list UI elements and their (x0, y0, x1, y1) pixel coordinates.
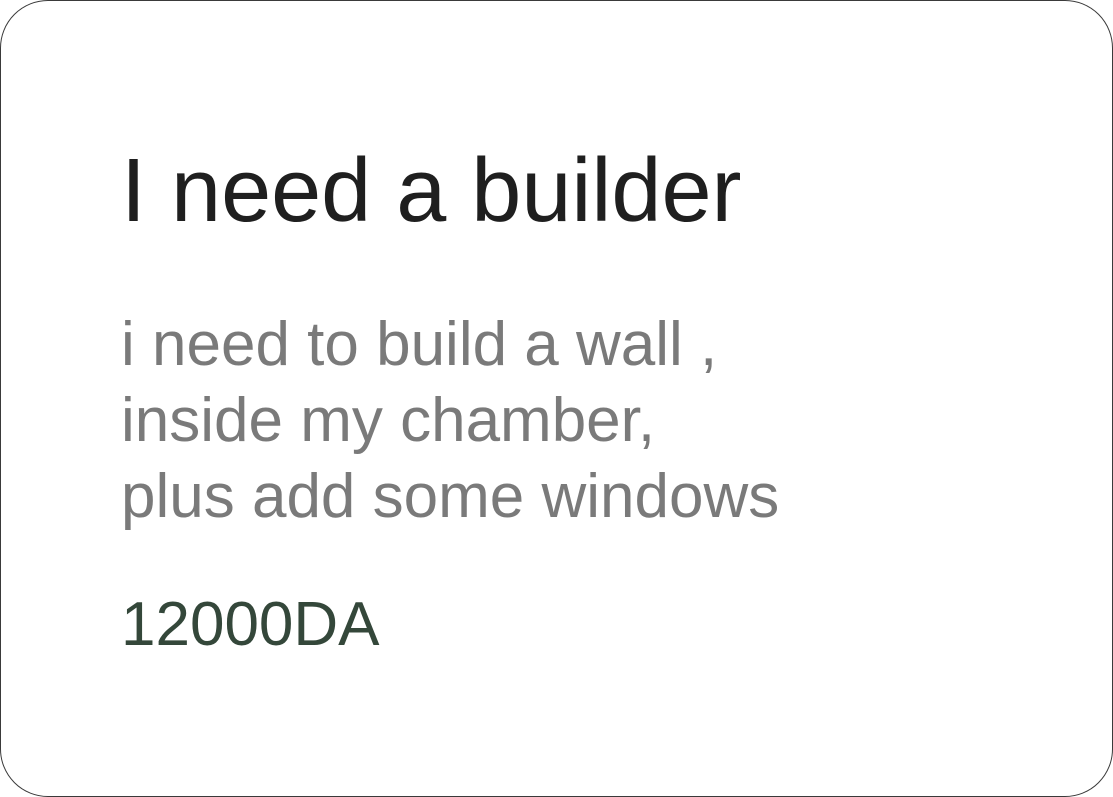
job-description-line: plus add some windows (121, 462, 780, 531)
job-description: i need to build a wall , inside my chamb… (121, 307, 779, 535)
job-description-line: i need to build a wall , (121, 310, 718, 379)
job-description-line: inside my chamber, (121, 386, 656, 455)
job-price: 12000DA (121, 590, 380, 659)
job-card[interactable]: I need a builder i need to build a wall … (0, 0, 1113, 797)
job-title: I need a builder (121, 141, 742, 241)
